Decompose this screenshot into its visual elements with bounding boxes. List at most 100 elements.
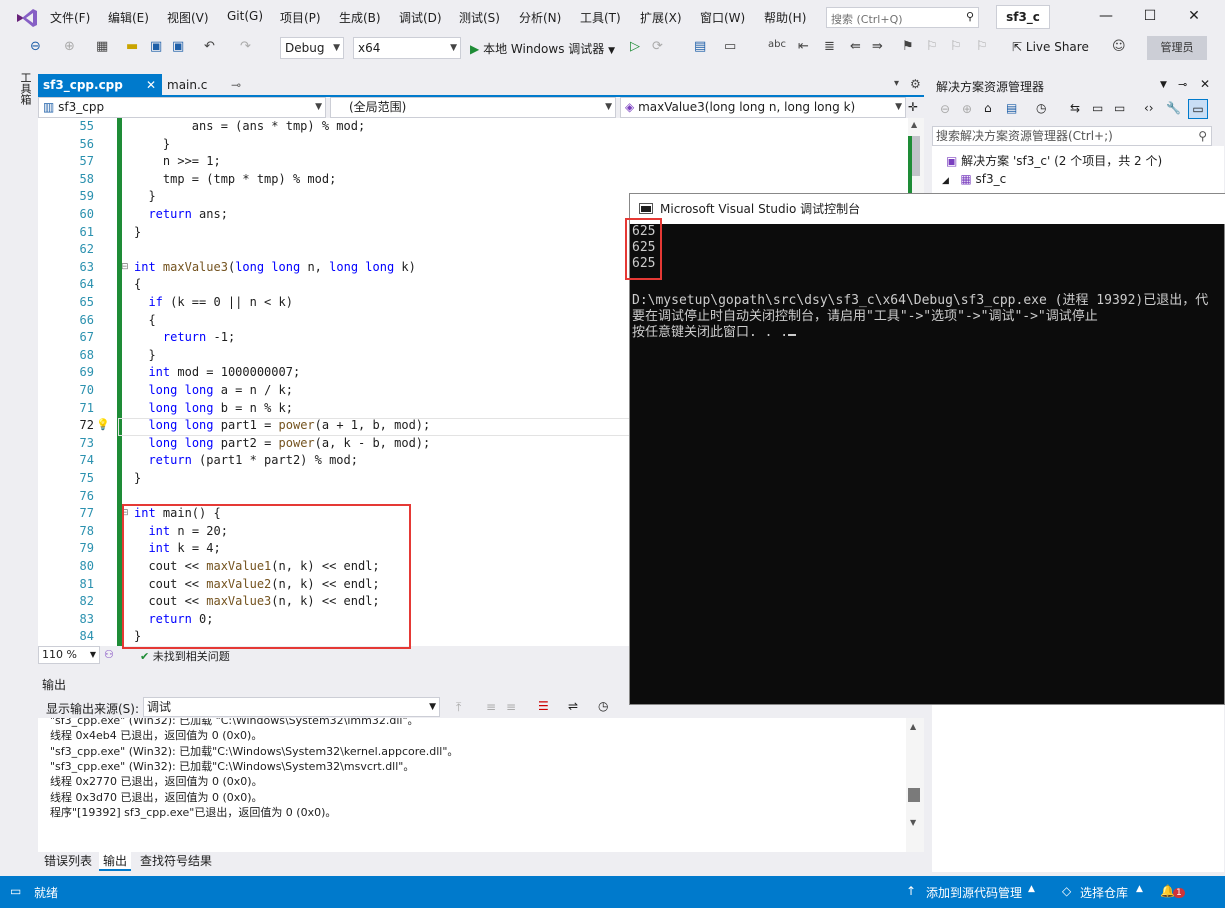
hot-reload-icon[interactable]: ⟳ xyxy=(652,39,663,54)
debug-console-window[interactable]: Microsoft Visual Studio 调试控制台 625 625 62… xyxy=(625,193,1225,705)
close-icon[interactable]: ✕ xyxy=(1200,77,1210,91)
lightbulb-icon[interactable]: 💡 xyxy=(96,418,110,431)
back-icon[interactable]: ⊖ xyxy=(940,102,950,116)
redo-icon[interactable]: ↷ xyxy=(240,39,251,54)
tab-error-list[interactable]: 错误列表 xyxy=(44,852,92,869)
menu-file[interactable]: 文件(F) xyxy=(50,9,90,26)
start-debugging-button[interactable]: ▶ 本地 Windows 调试器 ▼ xyxy=(470,40,615,57)
scroll-thumb[interactable] xyxy=(908,788,920,802)
tab-output[interactable]: 输出 xyxy=(99,852,132,871)
add-to-source-control[interactable]: 添加到源代码管理 xyxy=(926,884,1022,901)
goto-prev-message-icon[interactable]: ⤒ xyxy=(456,700,461,715)
chevron-down-icon: ▼ xyxy=(315,102,322,112)
preview-icon[interactable]: ▭ xyxy=(1188,99,1208,119)
output-source-combo[interactable]: 调试 ▼ xyxy=(143,697,440,717)
intellicode-icon[interactable]: ⚇ xyxy=(104,648,114,661)
undo-icon[interactable]: ↶ xyxy=(204,39,215,54)
sync-icon[interactable]: ⇆ xyxy=(1070,101,1080,115)
save-all-icon[interactable]: ▣ xyxy=(172,39,184,54)
tab-main-c[interactable]: main.c ⊸ xyxy=(162,74,247,96)
forward-icon[interactable]: ⊕ xyxy=(64,39,75,54)
next-bookmark-icon[interactable]: ⚐ xyxy=(950,39,962,54)
word-wrap-icon[interactable]: ⇌ xyxy=(568,699,578,713)
menu-debug[interactable]: 调试(D) xyxy=(399,9,442,26)
save-icon[interactable]: ▣ xyxy=(150,39,162,54)
member-nav-combo[interactable]: ◈ maxValue3(long long n, long long k) ▼ xyxy=(620,97,906,118)
tab-sf3-cpp[interactable]: sf3_cpp.cpp ✕ xyxy=(38,74,162,96)
home-icon[interactable]: ⌂ xyxy=(984,101,992,115)
clear-bookmarks-icon[interactable]: ⚐ xyxy=(976,39,988,54)
tree-item-project[interactable]: ◢ ▦ sf3_c xyxy=(942,172,1006,186)
minimize-icon[interactable]: — xyxy=(1096,8,1116,24)
clear-all-icon[interactable]: ☰ xyxy=(538,699,549,713)
menu-project[interactable]: 项目(P) xyxy=(280,9,321,26)
menu-analyze[interactable]: 分析(N) xyxy=(519,9,561,26)
tab-overflow-icon[interactable]: ▾ xyxy=(894,78,899,89)
bookmark-icon[interactable]: ⚑ xyxy=(902,39,914,54)
properties-wrench-icon[interactable]: 🔧 xyxy=(1166,101,1181,115)
pin-icon[interactable]: ⊸ xyxy=(231,74,241,96)
pending-changes-icon[interactable]: ◷ xyxy=(1036,101,1046,115)
toolbox-tab[interactable]: 工具箱 xyxy=(17,72,33,105)
tab-find-symbol-results[interactable]: 查找符号结果 xyxy=(140,852,212,869)
collapse-all-icon[interactable]: ▭ xyxy=(1092,101,1103,115)
menu-view[interactable]: 视图(V) xyxy=(167,9,209,26)
visual-studio-logo-icon[interactable] xyxy=(14,7,40,29)
window-layout-icon[interactable]: ▭ xyxy=(724,39,736,54)
menu-edit[interactable]: 编辑(E) xyxy=(108,9,149,26)
code-view-icon[interactable]: ‹› xyxy=(1144,101,1154,115)
tree-item-solution[interactable]: ▣ 解决方案 'sf3_c' (2 个项目，共 2 个) xyxy=(946,152,1162,169)
outdent-icon[interactable]: ⇚ xyxy=(850,39,861,54)
menu-window[interactable]: 窗口(W) xyxy=(700,9,745,26)
maximize-icon[interactable]: ☐ xyxy=(1140,8,1160,24)
show-all-files-icon[interactable]: ▭ xyxy=(1114,101,1125,115)
comment-icon[interactable]: ≣ xyxy=(824,39,835,54)
indent-icon[interactable]: ⇛ xyxy=(872,39,883,54)
back-icon[interactable]: ⊖ xyxy=(30,39,41,54)
chevron-down-icon[interactable]: ▼ xyxy=(1160,80,1167,90)
menu-test[interactable]: 测试(S) xyxy=(459,9,500,26)
clock-icon[interactable]: ◷ xyxy=(598,699,608,713)
solution-explorer-search[interactable]: 搜索解决方案资源管理器(Ctrl+;) ⚲ xyxy=(932,126,1212,146)
menu-build[interactable]: 生成(B) xyxy=(339,9,381,26)
goto-next-message-icon[interactable]: ≡ xyxy=(486,700,496,714)
scroll-up-icon[interactable]: ▲ xyxy=(911,120,917,129)
switch-views-icon[interactable]: ▤ xyxy=(1006,101,1017,115)
scroll-up-icon[interactable]: ▲ xyxy=(910,722,916,731)
new-project-icon[interactable]: ▦ xyxy=(96,39,108,54)
zoom-combo[interactable]: 110 % ▼ xyxy=(38,646,100,664)
scope-nav-combo[interactable]: (全局范围) ▼ xyxy=(330,97,616,118)
select-repository[interactable]: 选择仓库 xyxy=(1080,884,1128,901)
find-message-icon[interactable]: ≡ xyxy=(506,700,516,714)
menu-tools[interactable]: 工具(T) xyxy=(580,9,621,26)
fold-toggle-icon[interactable]: ⊟ xyxy=(121,262,129,272)
solution-config-combo[interactable]: Debug ▼ xyxy=(280,37,344,59)
scroll-thumb[interactable] xyxy=(912,136,920,176)
feedback-icon[interactable]: ☺ xyxy=(1112,39,1126,54)
forward-icon[interactable]: ⊕ xyxy=(962,102,972,116)
solution-explorer-icon[interactable]: ▤ xyxy=(694,39,706,54)
prev-bookmark-icon[interactable]: ⚐ xyxy=(926,39,938,54)
expand-triangle-icon[interactable]: ◢ xyxy=(942,176,949,186)
close-icon[interactable]: ✕ xyxy=(1184,8,1204,24)
menu-help[interactable]: 帮助(H) xyxy=(764,9,806,26)
output-log[interactable]: "sf3_cpp.exe" (Win32): 已加载 "C:\Windows\S… xyxy=(38,718,908,852)
open-folder-icon[interactable]: ▬ xyxy=(126,39,138,54)
pin-icon[interactable]: ⊸ xyxy=(1178,78,1187,91)
platform-combo[interactable]: x64 ▼ xyxy=(353,37,461,59)
start-without-debug-icon[interactable]: ▷ xyxy=(630,39,640,54)
spellcheck-icon[interactable]: abc xyxy=(768,39,786,50)
live-share-button[interactable]: ⇱ Live Share xyxy=(1012,40,1089,54)
scroll-down-icon[interactable]: ▼ xyxy=(910,818,916,827)
project-nav-combo[interactable]: ▥ sf3_cpp ▼ xyxy=(38,97,326,118)
close-tab-icon[interactable]: ✕ xyxy=(146,74,156,96)
menu-git[interactable]: Git(G) xyxy=(227,9,263,23)
menu-extensions[interactable]: 扩展(X) xyxy=(640,9,682,26)
console-title-bar[interactable]: Microsoft Visual Studio 调试控制台 xyxy=(630,194,1225,224)
split-editor-icon[interactable]: ✛ xyxy=(908,100,918,114)
output-scrollbar[interactable]: ▲ ▼ xyxy=(906,718,924,852)
step-icon[interactable]: ⇤ xyxy=(798,39,809,54)
issues-indicator[interactable]: ✔ 未找到相关问题 xyxy=(140,648,230,664)
settings-gear-icon[interactable]: ⚙ xyxy=(910,77,921,91)
quick-search-box[interactable]: 搜索 (Ctrl+Q) ⚲ xyxy=(826,7,979,28)
